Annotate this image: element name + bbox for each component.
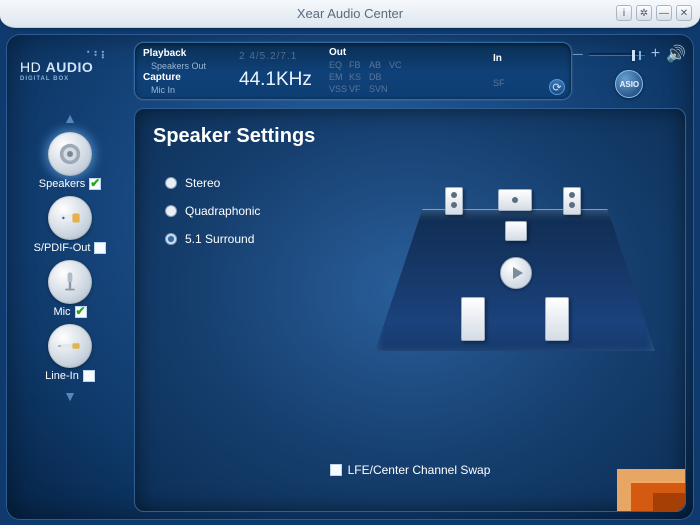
waves-icon: ⠁⠃⠇ xyxy=(86,52,108,62)
linein-icon xyxy=(48,324,92,368)
volume-area: — + 🔊 ASIO xyxy=(582,42,686,100)
asio-button[interactable]: ASIO xyxy=(615,70,643,98)
volume-slider[interactable] xyxy=(589,53,645,56)
brand-logo: ⠁⠃⠇ HD AUDIO DIGITAL BOX xyxy=(14,42,126,100)
sidebar-item-mic[interactable]: Mic xyxy=(48,260,92,318)
capture-label: Capture xyxy=(143,72,239,83)
lfe-label: LFE/Center Channel Swap xyxy=(348,463,491,477)
spdif-checkbox[interactable] xyxy=(94,242,106,254)
scroll-down-icon[interactable]: ▼ xyxy=(63,388,77,404)
radio-icon xyxy=(165,233,177,245)
status-lcd: Playback Speakers Out Capture Mic In 2 4… xyxy=(134,42,572,100)
sidebar-item-label: Mic xyxy=(53,306,70,318)
volume-max-icon: + xyxy=(651,45,660,63)
capture-device: Mic In xyxy=(143,85,239,95)
status-bar: Playback Speakers Out Capture Mic In 2 4… xyxy=(134,42,686,100)
mic-checkbox[interactable] xyxy=(75,306,87,318)
speaker-rear-right[interactable] xyxy=(545,297,569,341)
radio-icon xyxy=(165,177,177,189)
speaker-front-right[interactable] xyxy=(563,187,581,215)
page-title: Speaker Settings xyxy=(153,125,667,148)
speaker-rear-left[interactable] xyxy=(461,297,485,341)
radio-label: 5.1 Surround xyxy=(185,232,254,246)
speakers-icon xyxy=(48,132,92,176)
info-button[interactable]: i xyxy=(616,5,632,21)
out-label: Out xyxy=(329,47,493,58)
refresh-icon[interactable]: ⟳ xyxy=(549,79,565,95)
sidebar-item-label: Speakers xyxy=(39,178,85,190)
main-panel: Speaker Settings Stereo Quadraphonic 5.1… xyxy=(134,108,686,512)
sidebar-item-speakers[interactable]: Speakers xyxy=(39,132,101,190)
out-fx-grid: EQFBABVC EMKSDB VSSVFSVN xyxy=(329,59,493,95)
lfe-swap-row[interactable]: LFE/Center Channel Swap xyxy=(135,463,685,477)
window-controls: i ✲ — ✕ xyxy=(616,5,692,21)
channels: 2 4/5.2/7.1 xyxy=(239,51,329,62)
sample-rate: 44.1KHz xyxy=(239,69,329,91)
radio-icon xyxy=(165,205,177,217)
minimize-button[interactable]: — xyxy=(656,5,672,21)
speaker-front-left[interactable] xyxy=(445,187,463,215)
device-sidebar: ▲ Speakers S/PDIF-Out Mic xyxy=(14,108,126,512)
brand-corner-icon xyxy=(617,469,685,511)
sidebar-item-label: S/PDIF-Out xyxy=(34,242,91,254)
linein-checkbox[interactable] xyxy=(83,370,95,382)
settings-button[interactable]: ✲ xyxy=(636,5,652,21)
sidebar-item-linein[interactable]: Line-In xyxy=(45,324,95,382)
speaker-center[interactable] xyxy=(498,189,532,211)
volume-min-icon: — xyxy=(573,49,583,60)
playback-device: Speakers Out xyxy=(143,61,239,71)
close-button[interactable]: ✕ xyxy=(676,5,692,21)
logo-subtitle: DIGITAL BOX xyxy=(20,76,69,82)
sidebar-item-spdif[interactable]: S/PDIF-Out xyxy=(34,196,107,254)
speaker-sub[interactable] xyxy=(505,221,527,241)
speaker-diagram xyxy=(375,169,655,369)
spdif-icon xyxy=(48,196,92,240)
playback-label: Playback xyxy=(143,48,239,59)
window-title: Xear Audio Center xyxy=(297,6,403,21)
speakers-checkbox[interactable] xyxy=(89,178,101,190)
titlebar: Xear Audio Center i ✲ — ✕ xyxy=(0,0,700,28)
lfe-checkbox[interactable] xyxy=(330,464,342,476)
radio-label: Stereo xyxy=(185,176,220,190)
app-chrome: ⠁⠃⠇ HD AUDIO DIGITAL BOX Playback Speake… xyxy=(6,34,694,520)
scroll-up-icon[interactable]: ▲ xyxy=(63,110,77,126)
in-fx-grid: SF xyxy=(493,77,533,89)
sidebar-item-label: Line-In xyxy=(45,370,79,382)
in-label: In xyxy=(493,53,533,64)
speaker-icon[interactable]: 🔊 xyxy=(666,44,686,64)
logo-hd: HD xyxy=(20,59,41,75)
radio-label: Quadraphonic xyxy=(185,204,260,218)
play-test-button[interactable] xyxy=(500,257,532,289)
mic-icon xyxy=(48,260,92,304)
